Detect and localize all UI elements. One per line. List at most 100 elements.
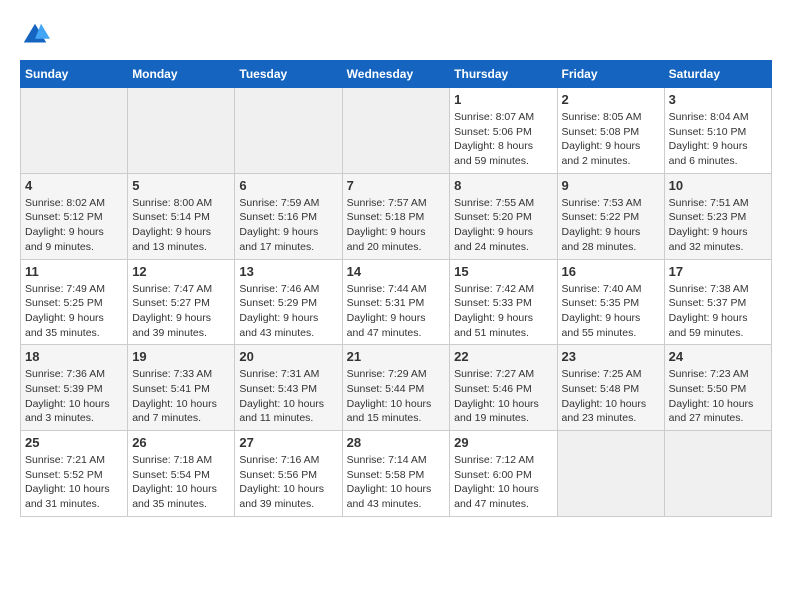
calendar-cell: 26 Sunrise: 7:18 AM Sunset: 5:54 PM Dayli… (128, 431, 235, 517)
logo (20, 20, 54, 50)
day-header-saturday: Saturday (664, 61, 771, 88)
day-detail: Sunrise: 8:07 AM Sunset: 5:06 PM Dayligh… (454, 110, 552, 169)
day-detail: Sunrise: 7:51 AM Sunset: 5:23 PM Dayligh… (669, 196, 767, 255)
day-number: 6 (239, 178, 337, 193)
day-detail: Sunrise: 7:53 AM Sunset: 5:22 PM Dayligh… (562, 196, 660, 255)
day-number: 19 (132, 349, 230, 364)
day-detail: Sunrise: 7:21 AM Sunset: 5:52 PM Dayligh… (25, 453, 123, 512)
day-number: 1 (454, 92, 552, 107)
calendar-cell: 27Sunrise: 7:16 AM Sunset: 5:56 PM Dayli… (235, 431, 342, 517)
day-number: 25 (25, 435, 123, 450)
calendar-cell: 12 Sunrise: 7:47 AM Sunset: 5:27 PM Dayli… (128, 259, 235, 345)
day-detail: Sunrise: 7:44 AM Sunset: 5:31 PM Dayligh… (347, 282, 446, 341)
calendar-cell: 20 Sunrise: 7:31 AM Sunset: 5:43 PM Dayli… (235, 345, 342, 431)
day-header-friday: Friday (557, 61, 664, 88)
day-detail: Sunrise: 7:33 AM Sunset: 5:41 PM Dayligh… (132, 367, 230, 426)
day-detail: Sunrise: 7:55 AM Sunset: 5:20 PM Dayligh… (454, 196, 552, 255)
day-number: 14 (347, 264, 446, 279)
calendar-cell: 21 Sunrise: 7:29 AM Sunset: 5:44 PM Dayli… (342, 345, 450, 431)
page-header (20, 20, 772, 50)
day-number: 5 (132, 178, 230, 193)
day-detail: Sunrise: 7:23 AM Sunset: 5:50 PM Dayligh… (669, 367, 767, 426)
calendar-table: SundayMondayTuesdayWednesdayThursdayFrid… (20, 60, 772, 517)
calendar-cell: 14 Sunrise: 7:44 AM Sunset: 5:31 PM Dayli… (342, 259, 450, 345)
calendar-cell (557, 431, 664, 517)
day-number: 11 (25, 264, 123, 279)
calendar-cell: 3 Sunrise: 8:04 AM Sunset: 5:10 PM Daylig… (664, 88, 771, 174)
day-detail: Sunrise: 7:16 AM Sunset: 5:56 PM Dayligh… (239, 453, 337, 512)
calendar-cell: 1 Sunrise: 8:07 AM Sunset: 5:06 PM Daylig… (450, 88, 557, 174)
week-row-0: 1 Sunrise: 8:07 AM Sunset: 5:06 PM Daylig… (21, 88, 772, 174)
day-number: 12 (132, 264, 230, 279)
day-detail: Sunrise: 7:25 AM Sunset: 5:48 PM Dayligh… (562, 367, 660, 426)
day-header-wednesday: Wednesday (342, 61, 450, 88)
calendar-cell: 19 Sunrise: 7:33 AM Sunset: 5:41 PM Dayli… (128, 345, 235, 431)
day-number: 24 (669, 349, 767, 364)
logo-icon (20, 20, 50, 50)
day-detail: Sunrise: 7:18 AM Sunset: 5:54 PM Dayligh… (132, 453, 230, 512)
day-detail: Sunrise: 8:02 AM Sunset: 5:12 PM Dayligh… (25, 196, 123, 255)
calendar-cell: 5 Sunrise: 8:00 AM Sunset: 5:14 PM Daylig… (128, 173, 235, 259)
week-row-2: 11 Sunrise: 7:49 AM Sunset: 5:25 PM Dayli… (21, 259, 772, 345)
day-number: 2 (562, 92, 660, 107)
day-number: 23 (562, 349, 660, 364)
calendar-cell: 28 Sunrise: 7:14 AM Sunset: 5:58 PM Dayli… (342, 431, 450, 517)
calendar-cell: 15 Sunrise: 7:42 AM Sunset: 5:33 PM Dayli… (450, 259, 557, 345)
calendar-cell: 6 Sunrise: 7:59 AM Sunset: 5:16 PM Daylig… (235, 173, 342, 259)
day-number: 3 (669, 92, 767, 107)
day-detail: Sunrise: 7:27 AM Sunset: 5:46 PM Dayligh… (454, 367, 552, 426)
day-header-tuesday: Tuesday (235, 61, 342, 88)
day-detail: Sunrise: 7:36 AM Sunset: 5:39 PM Dayligh… (25, 367, 123, 426)
day-detail: Sunrise: 7:31 AM Sunset: 5:43 PM Dayligh… (239, 367, 337, 426)
calendar-cell: 8 Sunrise: 7:55 AM Sunset: 5:20 PM Daylig… (450, 173, 557, 259)
calendar-cell: 22 Sunrise: 7:27 AM Sunset: 5:46 PM Dayli… (450, 345, 557, 431)
day-detail: Sunrise: 8:04 AM Sunset: 5:10 PM Dayligh… (669, 110, 767, 169)
calendar-cell: 9 Sunrise: 7:53 AM Sunset: 5:22 PM Daylig… (557, 173, 664, 259)
calendar-cell (342, 88, 450, 174)
day-number: 7 (347, 178, 446, 193)
calendar-cell: 23 Sunrise: 7:25 AM Sunset: 5:48 PM Dayli… (557, 345, 664, 431)
calendar-cell: 25 Sunrise: 7:21 AM Sunset: 5:52 PM Dayli… (21, 431, 128, 517)
day-detail: Sunrise: 7:12 AM Sunset: 6:00 PM Dayligh… (454, 453, 552, 512)
calendar-cell: 17Sunrise: 7:38 AM Sunset: 5:37 PM Dayli… (664, 259, 771, 345)
day-detail: Sunrise: 7:47 AM Sunset: 5:27 PM Dayligh… (132, 282, 230, 341)
week-row-4: 25 Sunrise: 7:21 AM Sunset: 5:52 PM Dayli… (21, 431, 772, 517)
day-number: 15 (454, 264, 552, 279)
calendar-cell: 16Sunrise: 7:40 AM Sunset: 5:35 PM Dayli… (557, 259, 664, 345)
calendar-cell (235, 88, 342, 174)
day-number: 20 (239, 349, 337, 364)
calendar-cell (128, 88, 235, 174)
day-detail: Sunrise: 7:57 AM Sunset: 5:18 PM Dayligh… (347, 196, 446, 255)
day-number: 10 (669, 178, 767, 193)
calendar-cell (21, 88, 128, 174)
day-number: 9 (562, 178, 660, 193)
day-number: 16 (562, 264, 660, 279)
calendar-cell: 13Sunrise: 7:46 AM Sunset: 5:29 PM Dayli… (235, 259, 342, 345)
day-number: 8 (454, 178, 552, 193)
calendar-cell: 24 Sunrise: 7:23 AM Sunset: 5:50 PM Dayli… (664, 345, 771, 431)
calendar-cell: 4 Sunrise: 8:02 AM Sunset: 5:12 PM Daylig… (21, 173, 128, 259)
day-number: 26 (132, 435, 230, 450)
day-detail: Sunrise: 7:29 AM Sunset: 5:44 PM Dayligh… (347, 367, 446, 426)
day-detail: Sunrise: 7:59 AM Sunset: 5:16 PM Dayligh… (239, 196, 337, 255)
day-header-monday: Monday (128, 61, 235, 88)
day-detail: Sunrise: 8:05 AM Sunset: 5:08 PM Dayligh… (562, 110, 660, 169)
day-number: 17 (669, 264, 767, 279)
day-detail: Sunrise: 7:49 AM Sunset: 5:25 PM Dayligh… (25, 282, 123, 341)
calendar-cell: 29 Sunrise: 7:12 AM Sunset: 6:00 PM Dayli… (450, 431, 557, 517)
day-detail: Sunrise: 8:00 AM Sunset: 5:14 PM Dayligh… (132, 196, 230, 255)
calendar-cell: 10 Sunrise: 7:51 AM Sunset: 5:23 PM Dayli… (664, 173, 771, 259)
day-number: 4 (25, 178, 123, 193)
day-header-sunday: Sunday (21, 61, 128, 88)
day-number: 21 (347, 349, 446, 364)
day-number: 22 (454, 349, 552, 364)
day-number: 13 (239, 264, 337, 279)
calendar-cell: 7 Sunrise: 7:57 AM Sunset: 5:18 PM Daylig… (342, 173, 450, 259)
calendar-cell (664, 431, 771, 517)
day-detail: Sunrise: 7:42 AM Sunset: 5:33 PM Dayligh… (454, 282, 552, 341)
day-detail: Sunrise: 7:14 AM Sunset: 5:58 PM Dayligh… (347, 453, 446, 512)
calendar-cell: 11 Sunrise: 7:49 AM Sunset: 5:25 PM Dayli… (21, 259, 128, 345)
day-number: 28 (347, 435, 446, 450)
day-number: 18 (25, 349, 123, 364)
day-number: 29 (454, 435, 552, 450)
